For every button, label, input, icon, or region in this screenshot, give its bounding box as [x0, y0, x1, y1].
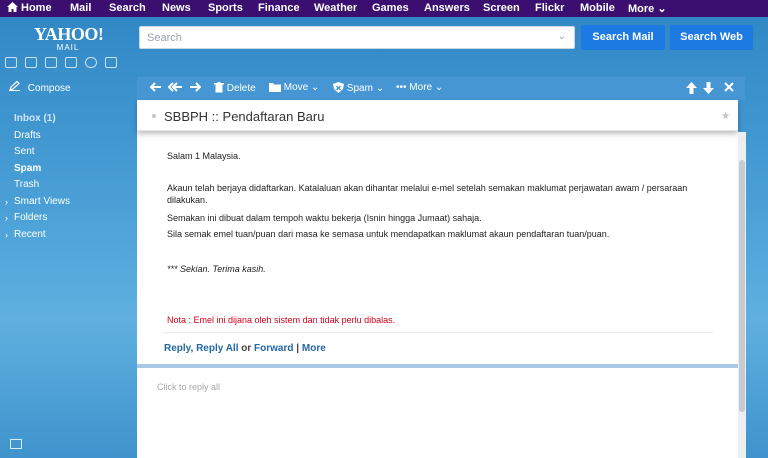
more-link[interactable]: More [302, 343, 326, 354]
nav-mobile[interactable]: Mobile [580, 2, 615, 14]
mail-icon[interactable] [5, 57, 17, 68]
trash-icon [214, 82, 224, 93]
chevron-down-icon: ⌄ [657, 3, 667, 15]
folder-spam[interactable]: Spam [14, 161, 70, 178]
contacts-icon[interactable] [25, 57, 37, 68]
more-button[interactable]: ••• More ⌄ [396, 82, 443, 93]
reply-divider [137, 364, 738, 368]
more-dots-icon: ••• [396, 82, 407, 93]
chevron-down-icon[interactable]: ⌄ [558, 31, 566, 42]
top-nav-bar: Home Mail Search News Sports Finance Wea… [0, 0, 768, 17]
nav-weather[interactable]: Weather [314, 2, 357, 14]
folder-smart-views[interactable]: › Smart Views [5, 194, 70, 211]
reply-pipe: | [296, 343, 300, 354]
close-icon[interactable] [724, 82, 734, 93]
delete-label: Delete [226, 83, 256, 94]
reply-or-text: or [241, 343, 252, 354]
body-line: Sila semak emel tuan/puan dari masa ke s… [167, 229, 610, 239]
body-signoff: *** Sekian. Terima kasih. [167, 264, 266, 274]
reply-links: Reply, Reply All or Forward | More [164, 343, 326, 354]
newsfeed-icon[interactable] [105, 57, 117, 68]
folder-sent[interactable]: Sent [14, 144, 70, 161]
spam-button[interactable]: Spam ⌄ [333, 82, 384, 94]
folder-recent[interactable]: › Recent [5, 227, 70, 244]
message-pane: SBBPH :: Pendaftaran Baru ★ Salam 1 Mala… [137, 100, 738, 458]
folder-drafts[interactable]: Drafts [14, 128, 70, 145]
move-button[interactable]: Move ⌄ [269, 82, 319, 93]
folder-icon [269, 83, 281, 92]
chevron-down-icon: ⌄ [375, 83, 385, 94]
smart-views-label: Smart Views [14, 195, 70, 207]
folder-folders[interactable]: › Folders [5, 210, 70, 227]
search-placeholder: Search [147, 32, 182, 44]
shield-icon [333, 82, 344, 93]
reply-comma: , [190, 343, 194, 354]
notepad-icon[interactable] [65, 57, 77, 68]
nav-more[interactable]: More ⌄ [628, 2, 667, 15]
folder-inbox[interactable]: Inbox (1) [14, 111, 70, 128]
body-note: Nota : Emel ini dijana oleh sistem dan t… [167, 315, 396, 325]
nav-search[interactable]: Search [109, 2, 146, 14]
chevron-down-icon: ⌄ [311, 82, 320, 93]
delete-button[interactable]: Delete [214, 82, 256, 94]
folder-trash[interactable]: Trash [14, 177, 70, 194]
forward-arrow-icon[interactable] [189, 82, 202, 93]
chevron-right-icon: › [5, 196, 8, 207]
previous-message-icon[interactable] [686, 82, 697, 95]
nav-sports[interactable]: Sports [208, 2, 243, 14]
nav-games[interactable]: Games [372, 2, 409, 14]
search-input[interactable]: Search ⌄ [139, 26, 575, 49]
star-icon[interactable]: ★ [721, 111, 730, 122]
compose-button[interactable]: Compose [9, 80, 71, 94]
nav-screen[interactable]: Screen [483, 2, 520, 14]
reply-arrow-icon[interactable] [149, 82, 162, 93]
subject-bar: SBBPH :: Pendaftaran Baru ★ [137, 100, 738, 131]
nav-mail[interactable]: Mail [70, 2, 91, 14]
move-label: Move [283, 82, 309, 93]
nav-answers[interactable]: Answers [424, 2, 470, 14]
nav-flickr[interactable]: Flickr [535, 2, 564, 14]
scrollbar-thumb[interactable] [739, 160, 745, 412]
nav-finance[interactable]: Finance [258, 2, 300, 14]
app-icons-row [5, 57, 117, 68]
logo-brand: YAHOO! [34, 24, 104, 44]
recent-label: Recent [14, 228, 46, 240]
forward-link[interactable]: Forward [254, 343, 293, 354]
body-line: Akaun telah berjaya didaftarkan. Katalal… [167, 183, 688, 193]
folder-list: Inbox (1) Drafts Sent Spam Trash › Smart… [5, 111, 70, 244]
home-icon [7, 2, 18, 12]
reply-all-link[interactable]: Reply All [196, 343, 238, 354]
compose-label: Compose [27, 83, 71, 94]
body-line: Salam 1 Malaysia. [167, 151, 241, 161]
reply-all-arrow-icon[interactable] [167, 82, 183, 93]
reply-link[interactable]: Reply [164, 343, 191, 354]
theme-icon[interactable] [10, 439, 22, 449]
body-line: Semakan ini dibuat dalam tempoh waktu be… [167, 213, 482, 223]
nav-more-label: More [628, 3, 655, 15]
more-label: More [409, 82, 433, 93]
yahoo-mail-logo[interactable]: YAHOO! MAIL [34, 24, 104, 52]
body-line: dilakukan. [167, 195, 208, 205]
chevron-right-icon: › [5, 213, 8, 223]
spam-label: Spam [346, 83, 373, 94]
unread-dot-icon[interactable] [152, 114, 156, 118]
nav-home-label: Home [21, 2, 52, 14]
folders-label: Folders [14, 212, 48, 223]
search-web-button[interactable]: Search Web [670, 25, 753, 50]
chevron-right-icon: › [5, 229, 8, 240]
messenger-icon[interactable] [85, 57, 97, 68]
message-subject: SBBPH :: Pendaftaran Baru [164, 109, 325, 124]
calendar-icon[interactable] [45, 57, 57, 68]
nav-home[interactable]: Home [7, 2, 52, 14]
pencil-icon [9, 80, 21, 94]
quick-reply-input[interactable]: Click to reply all [157, 382, 220, 392]
search-mail-button[interactable]: Search Mail [581, 25, 665, 50]
nav-news[interactable]: News [162, 2, 191, 14]
chevron-down-icon: ⌄ [434, 82, 444, 93]
next-message-icon[interactable] [703, 82, 714, 95]
message-toolbar: Delete Move ⌄ Spam ⌄ ••• More ⌄ [137, 77, 745, 100]
divider [164, 332, 713, 333]
